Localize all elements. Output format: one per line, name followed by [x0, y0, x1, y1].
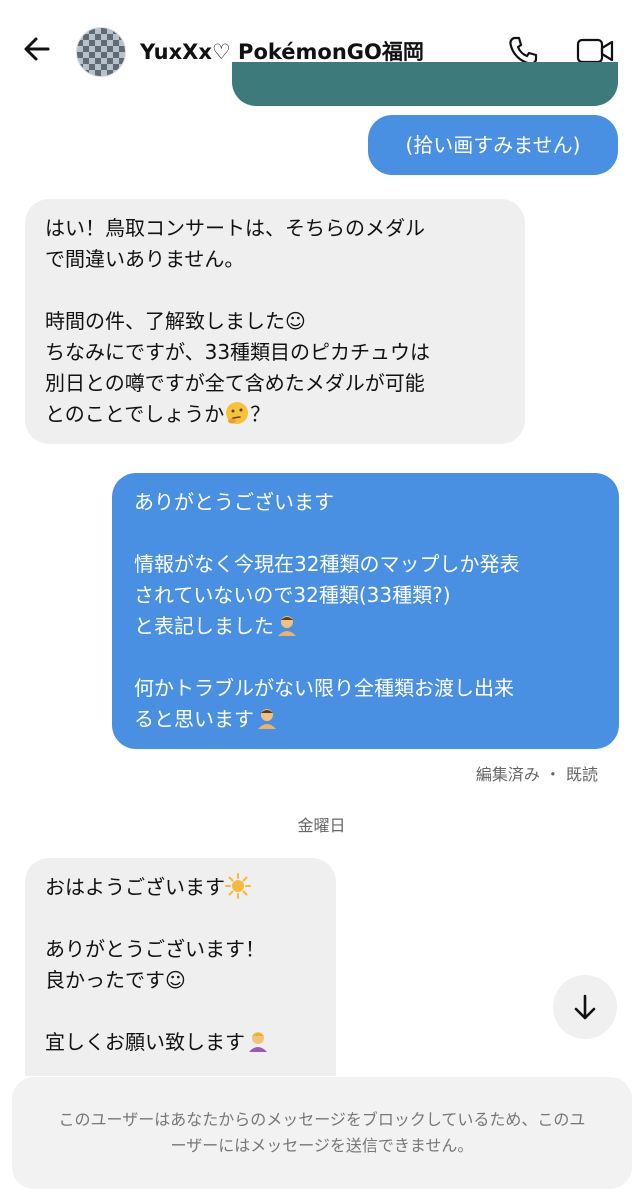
day-separator: 金曜日 — [297, 816, 346, 835]
person-bowing-emoji-icon — [278, 616, 296, 636]
message-text: ありがとうございます 情報がなく今現在32種類のマップしか発表 されていないので… — [134, 490, 520, 638]
avatar[interactable] — [76, 27, 126, 77]
outgoing-message[interactable]: ありがとうございます 情報がなく今現在32種類のマップしか発表 されていないので… — [112, 473, 619, 749]
scroll-to-bottom-button[interactable] — [553, 975, 617, 1039]
incoming-message[interactable]: おはようございます ありがとうございます！ 良かったです☺︎ 宜しくお願い致しま… — [25, 858, 336, 1076]
person-bowing-emoji-icon — [249, 1032, 267, 1052]
shared-image-message[interactable] — [232, 62, 618, 106]
message-text: ありがとうございます！ 良かったです☺︎ 宜しくお願い致します — [45, 937, 265, 1054]
blocked-notice-text: このユーザーはあなたからのメッセージをブロックしているため、このユーザーにはメッ… — [58, 1110, 586, 1155]
message-text: おはようございます — [45, 875, 225, 899]
outgoing-message[interactable]: (拾い画すみません) — [368, 115, 618, 175]
message-text-tail: ？ — [250, 402, 271, 426]
message-text: はい！鳥取コンサートは、そちらのメダル で間違いありません。 時間の件、了解致し… — [45, 216, 431, 426]
arrow-down-icon — [574, 994, 596, 1020]
sun-emoji-icon — [225, 873, 251, 899]
thinking-face-emoji-icon — [226, 402, 249, 424]
message-text: 何かトラブルがない限り全種類お渡し出来 ると思います — [134, 676, 514, 731]
message-text: (拾い画すみません) — [405, 132, 581, 157]
arrow-left-icon[interactable] — [20, 32, 54, 66]
blocked-notice: このユーザーはあなたからのメッセージをブロックしているため、このユーザーにはメッ… — [12, 1077, 632, 1189]
person-bowing-emoji-icon — [258, 709, 276, 729]
message-status: 編集済み ・ 既読 — [475, 765, 598, 784]
incoming-message[interactable]: はい！鳥取コンサートは、そちらのメダル で間違いありません。 時間の件、了解致し… — [25, 199, 525, 444]
